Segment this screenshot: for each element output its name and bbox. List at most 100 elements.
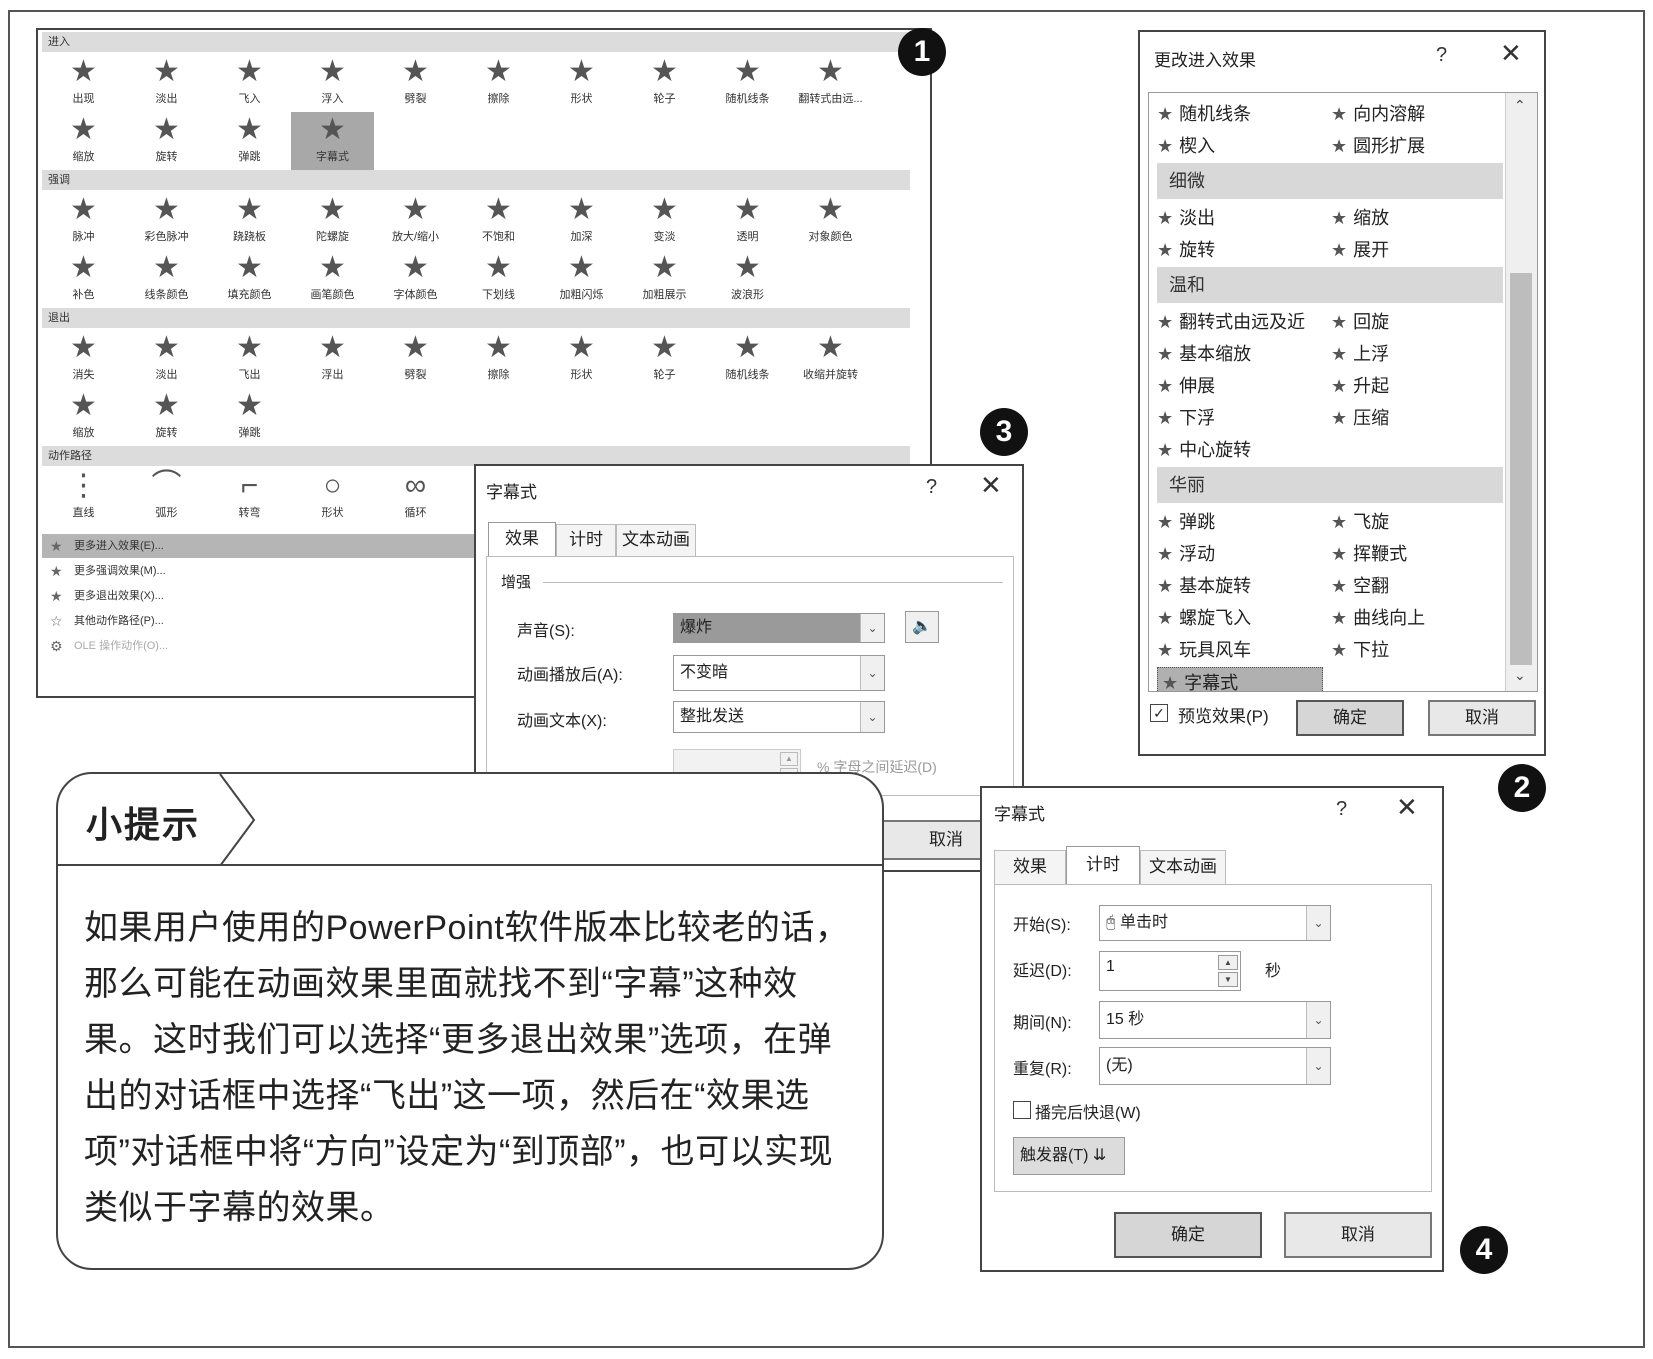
effect-option[interactable]: ★ 缩放 — [1331, 203, 1389, 233]
gallery-item[interactable]: ★ 擦除 — [457, 330, 540, 388]
gallery-item[interactable]: ★ 彩色脉冲 — [125, 192, 208, 250]
tab-effect[interactable]: 效果 — [488, 522, 556, 556]
effect-option[interactable]: ★ 翻转式由远及近 — [1157, 307, 1305, 337]
effect-option[interactable]: ★ 展开 — [1331, 235, 1389, 265]
gallery-item[interactable]: ★ 随机线条 — [706, 54, 789, 112]
scroll-up-icon[interactable]: ⌃ — [1514, 97, 1526, 114]
gallery-item[interactable]: ★ 形状 — [540, 54, 623, 112]
gallery-item[interactable]: ★ 旋转 — [125, 112, 208, 170]
effect-option[interactable]: ★ 上浮 — [1331, 339, 1389, 369]
effect-option[interactable]: ★ 圆形扩展 — [1331, 131, 1425, 161]
effect-option[interactable]: ★ 玩具风车 — [1157, 635, 1251, 665]
gallery-item[interactable]: ★ 飞入 — [208, 54, 291, 112]
effect-option[interactable]: ★ 淡出 — [1157, 203, 1215, 233]
gallery-item[interactable]: ★ 跷跷板 — [208, 192, 291, 250]
gallery-item[interactable]: ★ 淡出 — [125, 330, 208, 388]
tab-effect[interactable]: 效果 — [994, 850, 1066, 884]
gallery-item[interactable]: ○ 形状 — [291, 468, 374, 526]
gallery-item[interactable]: ★ 翻转式由远... — [789, 54, 872, 112]
gallery-item[interactable]: ★ 线条颜色 — [125, 250, 208, 308]
gallery-item[interactable]: ★ 缩放 — [42, 388, 125, 446]
effect-option[interactable]: ★ 挥鞭式 — [1331, 539, 1407, 569]
gallery-item[interactable]: ★ 缩放 — [42, 112, 125, 170]
gallery-item[interactable]: ★ 劈裂 — [374, 330, 457, 388]
gallery-item[interactable]: ★ 加粗闪烁 — [540, 250, 623, 308]
gallery-item[interactable]: ★ 轮子 — [623, 54, 706, 112]
gallery-item[interactable]: ★ 加粗展示 — [623, 250, 706, 308]
gallery-item[interactable]: ★ 对象颜色 — [789, 192, 872, 250]
gallery-item[interactable]: ★ 擦除 — [457, 54, 540, 112]
gallery-item[interactable]: ★ 加深 — [540, 192, 623, 250]
gallery-item[interactable]: ★ 字幕式 — [291, 112, 374, 170]
gallery-item[interactable]: ★ 填充颜色 — [208, 250, 291, 308]
gallery-item[interactable]: ★ 旋转 — [125, 388, 208, 446]
gallery-item[interactable]: ★ 形状 — [540, 330, 623, 388]
effect-option[interactable]: ★ 下拉 — [1331, 635, 1389, 665]
effect-option[interactable]: ★ 楔入 — [1157, 131, 1215, 161]
gallery-item[interactable]: ★ 放大/缩小 — [374, 192, 457, 250]
close-button[interactable]: ✕ — [980, 470, 1002, 501]
gallery-item[interactable]: ★ 脉冲 — [42, 192, 125, 250]
gallery-item[interactable]: ⋮ 直线 — [42, 468, 125, 526]
tab-text-animation[interactable]: 文本动画 — [616, 524, 696, 556]
gallery-item[interactable]: ★ 弹跳 — [208, 388, 291, 446]
gallery-item[interactable]: ★ 出现 — [42, 54, 125, 112]
gallery-item[interactable]: ★ 不饱和 — [457, 192, 540, 250]
effect-option[interactable]: ★ 随机线条 — [1157, 99, 1251, 129]
tab-timing[interactable]: 计时 — [1066, 846, 1140, 884]
gallery-item[interactable]: ★ 弹跳 — [208, 112, 291, 170]
help-button[interactable]: ? — [1436, 44, 1447, 67]
scroll-down-icon[interactable]: ⌄ — [1514, 667, 1526, 684]
effect-option[interactable]: ★ 向内溶解 — [1331, 99, 1425, 129]
rewind-checkbox[interactable] — [1013, 1101, 1031, 1119]
gallery-item[interactable]: ∞ 循环 — [374, 468, 457, 526]
animate-text-select[interactable]: 整批发送 ⌄ — [673, 701, 885, 733]
sound-select[interactable]: 爆炸 ⌄ — [673, 613, 885, 643]
effect-option[interactable]: ★ 回旋 — [1331, 307, 1389, 337]
tab-text-animation[interactable]: 文本动画 — [1140, 850, 1226, 884]
gallery-item[interactable]: ★ 收缩并旋转 — [789, 330, 872, 388]
gallery-item[interactable]: ⌒ 弧形 — [125, 468, 208, 526]
repeat-select[interactable]: (无) ⌄ — [1099, 1047, 1331, 1085]
gallery-item[interactable]: ★ 补色 — [42, 250, 125, 308]
tab-timing[interactable]: 计时 — [556, 524, 616, 556]
gallery-item[interactable]: ★ 画笔颜色 — [291, 250, 374, 308]
effect-option[interactable]: ★ 基本旋转 — [1157, 571, 1251, 601]
gallery-item[interactable]: ★ 变淡 — [623, 192, 706, 250]
effect-option[interactable]: ★ 压缩 — [1331, 403, 1389, 433]
ok-button[interactable]: 确定 — [1296, 700, 1404, 736]
effect-option[interactable]: ★ 螺旋飞入 — [1157, 603, 1251, 633]
spin-up-icon[interactable]: ▲ — [1218, 955, 1238, 970]
gallery-item[interactable]: ⌐ 转弯 — [208, 468, 291, 526]
scroll-thumb[interactable] — [1510, 273, 1532, 665]
gallery-item[interactable]: ★ 飞出 — [208, 330, 291, 388]
after-animation-select[interactable]: 不变暗 ⌄ — [673, 655, 885, 691]
effect-option-selected[interactable]: ★ 字幕式 — [1157, 667, 1323, 691]
gallery-item[interactable]: ★ 淡出 — [125, 54, 208, 112]
effect-option[interactable]: ★ 基本缩放 — [1157, 339, 1251, 369]
effect-option[interactable]: ★ 空翻 — [1331, 571, 1389, 601]
effect-option[interactable]: ★ 下浮 — [1157, 403, 1215, 433]
effect-option[interactable]: ★ 曲线向上 — [1331, 603, 1425, 633]
help-button[interactable]: ? — [1336, 798, 1347, 821]
effect-option[interactable]: ★ 旋转 — [1157, 235, 1215, 265]
gallery-item[interactable]: ★ 浮入 — [291, 54, 374, 112]
gallery-item[interactable]: ★ 随机线条 — [706, 330, 789, 388]
effect-option[interactable]: ★ 弹跳 — [1157, 507, 1215, 537]
trigger-button[interactable]: 触发器(T) ⇊ — [1013, 1137, 1125, 1175]
gallery-item[interactable]: ★ 字体颜色 — [374, 250, 457, 308]
speaker-icon[interactable]: 🔈 — [905, 611, 939, 643]
delay-input[interactable]: 1 ▲ ▼ — [1099, 951, 1241, 991]
start-select[interactable]: 🖰 单击时 ⌄ — [1099, 905, 1331, 941]
gallery-item[interactable]: ★ 陀螺旋 — [291, 192, 374, 250]
spin-down-icon[interactable]: ▼ — [1218, 972, 1238, 987]
cancel-button[interactable]: 取消 — [1428, 700, 1536, 736]
gallery-item[interactable]: ★ 轮子 — [623, 330, 706, 388]
effect-option[interactable]: ★ 浮动 — [1157, 539, 1215, 569]
effect-option[interactable]: ★ 升起 — [1331, 371, 1389, 401]
scrollbar[interactable]: ⌃ ⌄ — [1505, 93, 1537, 691]
close-button[interactable]: ✕ — [1500, 38, 1522, 69]
gallery-item[interactable]: ★ 波浪形 — [706, 250, 789, 308]
effect-option[interactable]: ★ 中心旋转 — [1157, 435, 1251, 465]
duration-select[interactable]: 15 秒 ⌄ — [1099, 1001, 1331, 1039]
